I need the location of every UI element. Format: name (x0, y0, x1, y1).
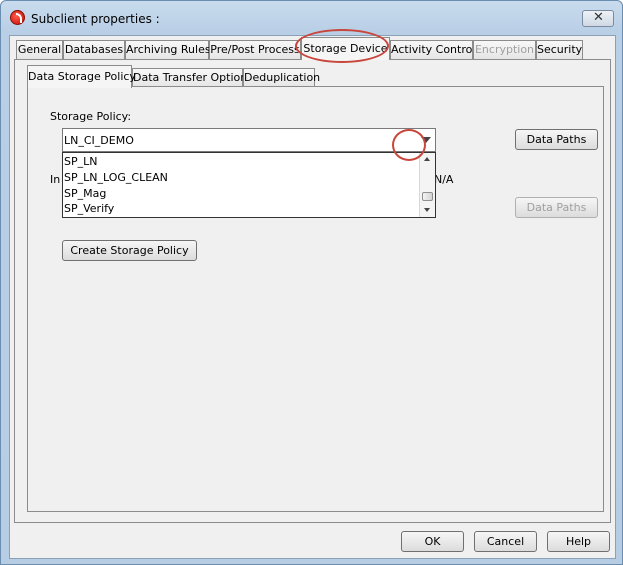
scroll-up-icon[interactable] (424, 157, 430, 161)
dialog-window: Subclient properties : ✕ General Databas… (0, 0, 623, 565)
dropdown-option-sp-mag[interactable]: SP_Mag (64, 187, 106, 200)
dropdown-option-sp-ln[interactable]: SP_LN (64, 155, 97, 168)
tab-deduplication[interactable]: Deduplication (243, 68, 320, 88)
storage-policy-value: LN_CI_DEMO (64, 134, 134, 147)
title-bar: Subclient properties : ✕ (1, 1, 622, 35)
close-button[interactable]: ✕ (582, 10, 614, 27)
tab-general[interactable]: General (16, 40, 63, 60)
storage-policy-select[interactable]: LN_CI_DEMO (62, 128, 436, 152)
dropdown-option-sp-ln-log-clean[interactable]: SP_LN_LOG_CLEAN (64, 171, 168, 184)
storage-device-panel: Data Storage Policy Data Transfer Option… (14, 59, 611, 523)
obscured-label-prefix: In (50, 173, 61, 186)
tab-data-storage-policy[interactable]: Data Storage Policy (27, 65, 136, 88)
ok-button[interactable]: OK (401, 531, 464, 552)
dropdown-option-sp-verify[interactable]: SP_Verify (64, 202, 114, 215)
scroll-down-icon[interactable] (424, 208, 430, 212)
tab-security[interactable]: Security (536, 40, 583, 60)
help-button[interactable]: Help (547, 531, 610, 552)
tab-pre-post-process[interactable]: Pre/Post Process (209, 40, 301, 60)
tab-archiving-rules[interactable]: Archiving Rules (125, 40, 211, 60)
tab-encryption[interactable]: Encryption (473, 40, 536, 60)
scrollbar-thumb[interactable] (422, 192, 433, 201)
dialog-client: General Databases Archiving Rules Pre/Po… (9, 35, 616, 559)
storage-policy-dropdown: SP_LN SP_LN_LOG_CLEAN SP_Mag SP_Verify (62, 152, 436, 218)
close-icon: ✕ (593, 10, 604, 25)
tab-activity-control[interactable]: Activity Control (390, 40, 475, 60)
data-paths-button-disabled[interactable]: Data Paths (515, 197, 598, 218)
storage-policy-label: Storage Policy: (50, 110, 132, 123)
app-icon (10, 10, 25, 25)
obscured-label-suffix: N/A (434, 173, 454, 186)
cancel-button[interactable]: Cancel (474, 531, 537, 552)
dropdown-scrollbar[interactable] (419, 153, 435, 217)
tab-data-transfer-option[interactable]: Data Transfer Option (132, 68, 247, 88)
tab-storage-device[interactable]: Storage Device (301, 37, 390, 60)
data-paths-button[interactable]: Data Paths (515, 129, 598, 150)
chevron-down-icon[interactable] (421, 137, 431, 143)
create-storage-policy-button[interactable]: Create Storage Policy (62, 240, 197, 261)
tab-databases[interactable]: Databases (63, 40, 125, 60)
window-title: Subclient properties : (31, 12, 160, 26)
data-storage-policy-panel: Storage Policy: LN_CI_DEMO SP_LN SP_LN_L… (27, 86, 604, 512)
